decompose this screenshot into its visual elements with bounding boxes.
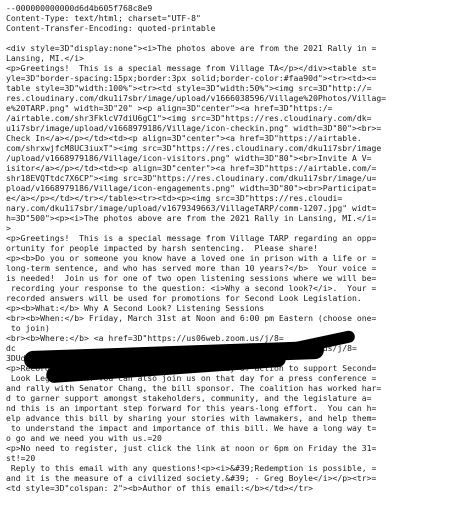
- source-line: e</a></p></td></tr></table><tr><td><p><i…: [6, 193, 343, 203]
- source-line: <br><b>When:</b> Friday, March 31st at N…: [6, 313, 377, 323]
- source-line: recording your response to the question:…: [6, 283, 377, 293]
- source-line: shr18EVQTtdc7X6CP"><img src=3D"https://r…: [6, 173, 377, 183]
- source-line: Content-Transfer-Encoding: quoted-printa…: [6, 23, 216, 33]
- source-line: Lansing, MI.</i>: [6, 53, 84, 63]
- source-line: d to garner support amongst stakeholders…: [6, 393, 372, 403]
- source-line: pload/v1668979186/Village/icon-engagemen…: [6, 183, 377, 193]
- source-line: <p>Greetings! This is a special message …: [6, 63, 377, 73]
- source-line: [6, 493, 470, 503]
- source-line: <p>No need to register, just click the l…: [6, 443, 377, 453]
- source-line: isitor</a></p></td><td><p align=3D"cente…: [6, 163, 377, 173]
- source-line: >: [6, 223, 11, 233]
- source-line: u1i7sbr/image/upload/v1668979186/Village…: [6, 123, 382, 133]
- source-line: and it is the measure of a civilized soc…: [6, 473, 377, 483]
- source-line: nd this is an important step forward for…: [6, 403, 377, 413]
- source-line: and rally with Senator Chang, the bill s…: [6, 383, 382, 393]
- email-source-document: --000000000000d6d4b605f768c8e9 Content-T…: [6, 3, 470, 523]
- source-line: Reply to this email with any questions!<…: [6, 463, 377, 473]
- source-line: ortunity for people impacted by harsh se…: [6, 243, 318, 253]
- source-line: Content-Type: text/html; charset="UTF-8": [6, 13, 201, 23]
- source-line: recorded answers will be used for promot…: [6, 293, 362, 303]
- source-line: table style=3D"width:100%"><tr><td style…: [6, 83, 372, 93]
- source-line: /upload/v1668979186/Village/icon-visitor…: [6, 153, 372, 163]
- source-line: --000000000000d6d4b605f768c8e9: [6, 3, 153, 13]
- source-line: h=3D"500"><p><i>The photos above are fro…: [6, 213, 377, 223]
- source-line: yle=3D"border-spacing:15px;border:3px so…: [6, 73, 377, 83]
- source-line: [6, 33, 470, 43]
- source-line: elp advance this bill by sharing your st…: [6, 413, 377, 423]
- source-line: com/shrxwjfcM8UC3iuxT"><img src=3D"https…: [6, 143, 382, 153]
- source-line: is needed! Join us for one of two open l…: [6, 273, 377, 283]
- source-line: to join): [6, 323, 50, 333]
- source-line: <p><b>Do you or someone you know have a …: [6, 253, 377, 263]
- source-line: long-term sentence, and who has served m…: [6, 263, 377, 273]
- source-line: e%20TARP.png" width=3D"20" ><p align=3D"…: [6, 103, 333, 113]
- source-line: <p>Greetings! This is a special message …: [6, 233, 377, 243]
- source-line: nary.com/dku1i7sbr/image/upload/v1679349…: [6, 203, 377, 213]
- source-line: <td style=3D"colspan: 2"><b>Author of th…: [6, 483, 313, 493]
- source-line: o go and we need you with us.=20: [6, 433, 162, 443]
- source-line: res.cloudinary.com/dku1i7sbr/image/uploa…: [6, 93, 387, 103]
- source-line: <div style=3D"display:none"><i>The photo…: [6, 43, 377, 53]
- source-line: <br><b>Where:</b> <a href=3D"https://us0…: [6, 333, 284, 343]
- source-line: to understand the impact and importance …: [6, 423, 377, 433]
- source-line: <p><b>What:</b> Why A Second Look? Liste…: [6, 303, 265, 313]
- source-line: Check In</a></p></td><td><p align=3D"cen…: [6, 133, 362, 143]
- source-line: st!=20: [6, 453, 36, 463]
- source-line: /airtable.com/shr3FklcV7diU6gC1"><img sr…: [6, 113, 372, 123]
